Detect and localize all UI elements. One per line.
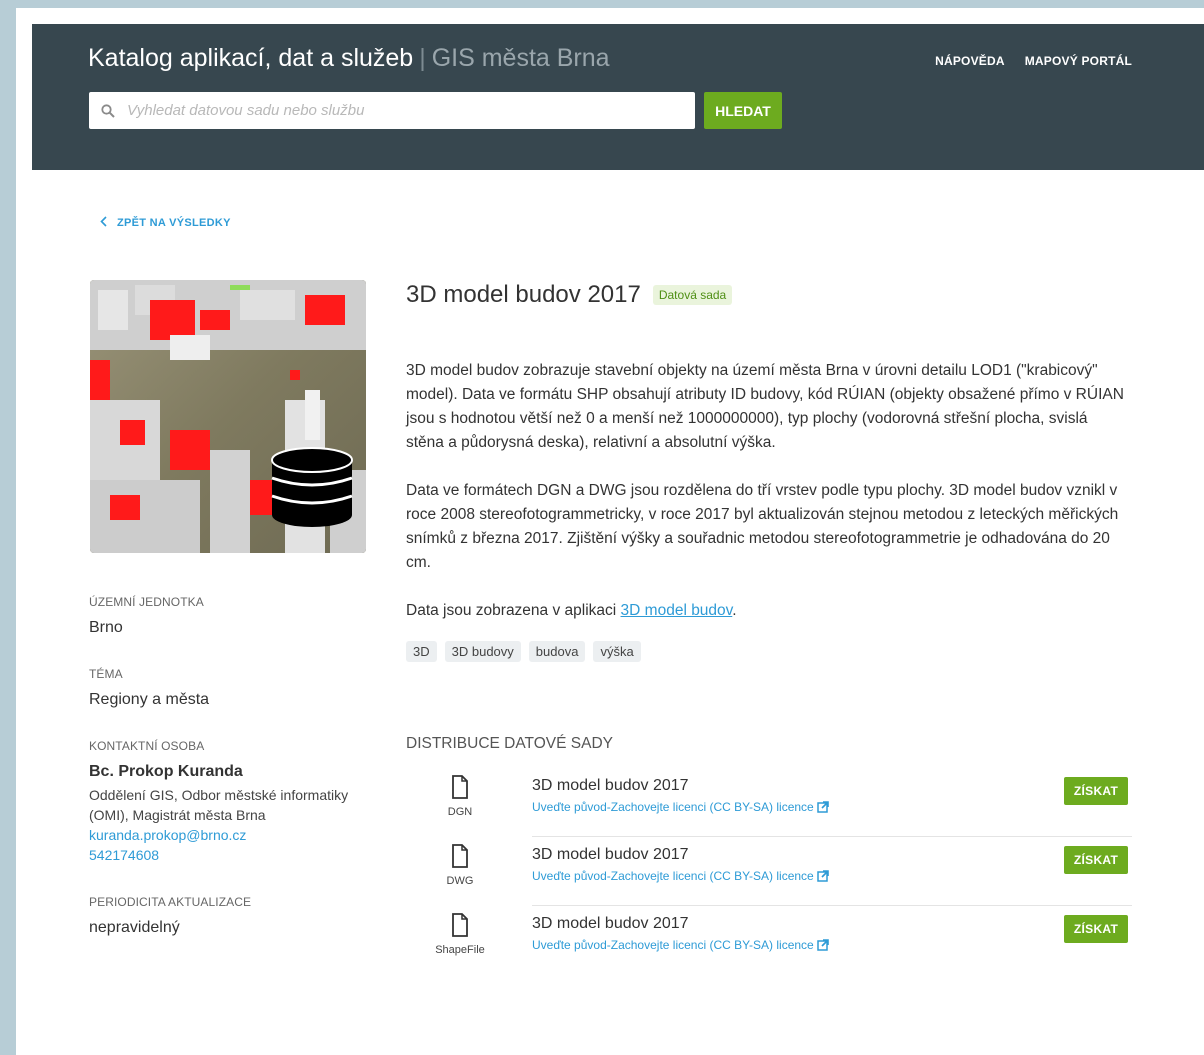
contact-phone-link[interactable]: 542174608	[89, 845, 389, 865]
distribution-name: 3D model budov 2017	[532, 777, 689, 794]
theme-block: TÉMA Regiony a města	[89, 667, 389, 709]
license-link[interactable]: Uveďte původ-Zachovejte licenci (CC BY-S…	[532, 869, 829, 883]
external-link-icon	[816, 939, 829, 951]
dataset-thumbnail	[90, 280, 366, 553]
contact-block: KONTAKTNÍ OSOBA Bc. Prokop Kuranda Odděl…	[89, 739, 389, 865]
contact-name: Bc. Prokop Kuranda	[89, 763, 243, 780]
nav-map-portal[interactable]: MAPOVÝ PORTÁL	[1025, 54, 1132, 68]
distribution-info: 3D model budov 2017 Uveďte původ-Zachove…	[532, 846, 1132, 906]
file-icon	[452, 844, 468, 868]
distribution-row: DGN 3D model budov 2017 Uveďte původ-Zac…	[406, 775, 1140, 844]
file-icon	[452, 913, 468, 937]
tag[interactable]: 3D budovy	[444, 641, 521, 662]
distribution-title: DISTRIBUCE DATOVÉ SADY	[406, 735, 613, 752]
contact-label: KONTAKTNÍ OSOBA	[89, 739, 205, 753]
file-format-dgn: DGN	[420, 775, 500, 818]
distribution-row: DWG 3D model budov 2017 Uveďte původ-Zac…	[406, 844, 1140, 913]
dataset-title: 3D model budov 2017	[406, 281, 641, 308]
back-link-label: ZPĚT NA VÝSLEDKY	[117, 217, 231, 229]
top-nav: NÁPOVĚDA MAPOVÝ PORTÁL	[935, 54, 1132, 68]
distribution-info: 3D model budov 2017 Uveďte původ-Zachove…	[532, 777, 1132, 837]
theme-value: Regiony a města	[89, 691, 210, 708]
distribution-info: 3D model budov 2017 Uveďte původ-Zachove…	[532, 915, 1132, 975]
distribution-row: ShapeFile 3D model budov 2017 Uveďte pův…	[406, 913, 1140, 982]
territorial-unit-block: ÚZEMNÍ JEDNOTKA Brno	[89, 595, 389, 637]
theme-label: TÉMA	[89, 667, 123, 681]
contact-email-link[interactable]: kuranda.prokop@brno.cz	[89, 825, 389, 845]
territorial-unit-value: Brno	[89, 619, 123, 636]
license-text: Uveďte původ-Zachovejte licenci (CC BY-S…	[532, 938, 814, 952]
tag[interactable]: 3D	[406, 641, 437, 662]
brand-title[interactable]: Katalog aplikací, dat a služeb | GIS města…	[88, 44, 610, 73]
file-format-label: ShapeFile	[435, 944, 485, 956]
back-to-results-link[interactable]: ZPĚT NA VÝSLEDKY	[100, 216, 231, 230]
window-frame-inner	[16, 8, 32, 1055]
tag[interactable]: výška	[593, 641, 641, 662]
get-button[interactable]: ZÍSKAT	[1064, 777, 1128, 805]
dataset-main: 3D model budov 2017 Datová sada 3D model…	[406, 281, 1146, 662]
update-period-block: PERIODICITA AKTUALIZACE nepravidelný	[89, 895, 389, 937]
update-period-label: PERIODICITA AKTUALIZACE	[89, 895, 252, 909]
license-link[interactable]: Uveďte původ-Zachovejte licenci (CC BY-S…	[532, 800, 829, 814]
external-link-icon	[816, 870, 829, 882]
distribution-name: 3D model budov 2017	[532, 846, 689, 863]
brand-separator: |	[419, 44, 426, 72]
window-frame-top	[0, 0, 1204, 8]
contact-department: Oddělení GIS, Odbor městské informatiky	[89, 787, 349, 803]
dataset-description-1: 3D model budov zobrazuje stavební objekt…	[406, 362, 1124, 451]
license-text: Uveďte původ-Zachovejte licenci (CC BY-S…	[532, 869, 814, 883]
brand-main: Katalog aplikací, dat a služeb	[88, 44, 414, 72]
app-note-prefix: Data jsou zobrazena v aplikaci	[406, 602, 621, 619]
contact-organization: (OMI), Magistrát města Brna	[89, 807, 266, 823]
app-note-suffix: .	[732, 602, 737, 619]
territorial-unit-label: ÚZEMNÍ JEDNOTKA	[89, 595, 204, 609]
file-format-label: DGN	[447, 806, 473, 818]
window-frame-left	[0, 0, 16, 1055]
license-link[interactable]: Uveďte původ-Zachovejte licenci (CC BY-S…	[532, 938, 829, 952]
top-header: Katalog aplikací, dat a služeb | GIS města…	[32, 24, 1204, 170]
distribution-name: 3D model budov 2017	[532, 915, 689, 932]
search-input[interactable]	[127, 102, 687, 119]
get-button[interactable]: ZÍSKAT	[1064, 846, 1128, 874]
dataset-description-2: Data ve formátech DGN a DWG jsou rozděle…	[406, 482, 1119, 571]
dataset-app-note: Data jsou zobrazena v aplikaci 3D model …	[406, 599, 1126, 623]
external-link-icon	[816, 801, 829, 813]
title-row: 3D model budov 2017 Datová sada	[406, 281, 1146, 309]
file-icon	[452, 775, 468, 799]
search-icon	[101, 103, 117, 119]
tag-list: 3D 3D budovy budova výška	[406, 641, 1146, 662]
file-format-dwg: DWG	[420, 844, 500, 887]
tag[interactable]: budova	[528, 641, 586, 662]
update-period-value: nepravidelný	[89, 919, 180, 936]
get-button[interactable]: ZÍSKAT	[1064, 915, 1128, 943]
dataset-sidebar: ÚZEMNÍ JEDNOTKA Brno TÉMA Regiony a měst…	[89, 595, 389, 967]
nav-help[interactable]: NÁPOVĚDA	[935, 54, 1005, 68]
dataset-type-badge: Datová sada	[652, 285, 733, 305]
search-button[interactable]: HLEDAT	[704, 92, 782, 129]
file-format-shapefile: ShapeFile	[420, 913, 500, 956]
search-box	[89, 92, 695, 129]
license-text: Uveďte původ-Zachovejte licenci (CC BY-S…	[532, 800, 814, 814]
app-link[interactable]: 3D model budov	[621, 602, 733, 619]
brand-subtitle: GIS města Brna	[431, 44, 610, 72]
distribution-section: DISTRIBUCE DATOVÉ SADY DGN 3D model budo…	[406, 735, 1146, 982]
database-icon	[271, 447, 353, 527]
chevron-left-icon	[100, 216, 107, 230]
file-format-label: DWG	[446, 875, 474, 887]
